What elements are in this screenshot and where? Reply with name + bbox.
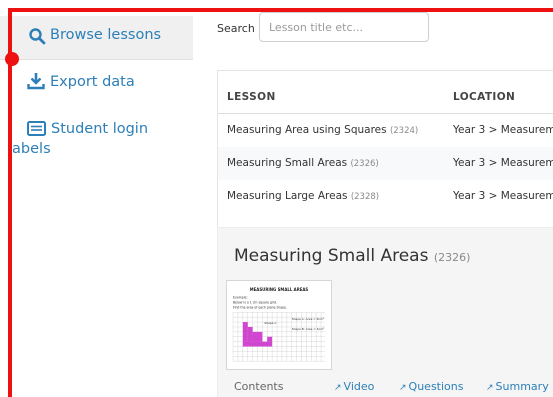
- column-header-lesson[interactable]: LESSON: [227, 91, 276, 103]
- lesson-id: (2328): [350, 192, 380, 202]
- table-row[interactable]: Measuring Area using Squares (2324) Year…: [218, 114, 553, 147]
- download-icon: [27, 73, 45, 90]
- lesson-detail-title-text: Measuring Small Areas: [234, 246, 429, 266]
- summary-link-label: Summary: [495, 380, 549, 393]
- lesson-detail-title: Measuring Small Areas (2326): [234, 246, 470, 266]
- contents-label: Contents: [234, 380, 284, 393]
- sidebar-item-label: Student login: [51, 121, 149, 137]
- sidebar-item-label: Browse lessons: [50, 27, 162, 43]
- search-label: Search: [217, 22, 255, 35]
- video-link[interactable]: ↗ Video: [334, 380, 374, 393]
- sidebar-item-label-line2: labels: [8, 141, 51, 157]
- external-link-icon: ↗: [334, 383, 342, 393]
- lessons-table: LESSON LOCATION Measuring Area using Squ…: [217, 70, 553, 240]
- thumbnail-label-shape-b: Shape B: Area = 6cm²: [292, 327, 325, 331]
- sidebar-item-label: Export data: [50, 74, 135, 90]
- lesson-id: (2324): [389, 126, 419, 136]
- lesson-cell: Measuring Large Areas (2328): [227, 190, 379, 202]
- video-link-label: Video: [343, 380, 375, 393]
- main-panel: Search LESSON LOCATION Measuring Area us…: [193, 0, 553, 397]
- thumbnail-text-2: Below is a 1 cm square grid.: [233, 300, 277, 304]
- location-cell: Year 3 > Measurem: [453, 124, 553, 136]
- search-input[interactable]: [259, 12, 429, 42]
- lesson-cell: Measuring Area using Squares (2324): [227, 124, 418, 136]
- sidebar: Browse lessons Export data Student login…: [0, 0, 193, 397]
- summary-link[interactable]: ↗ Summary: [486, 380, 549, 393]
- sidebar-item-student-login-labels[interactable]: Student login labels: [0, 116, 193, 174]
- lesson-title: Measuring Small Areas: [227, 157, 348, 169]
- questions-link[interactable]: ↗ Questions: [399, 380, 463, 393]
- thumbnail-text-1: Example:: [233, 296, 248, 300]
- questions-link-label: Questions: [408, 380, 464, 393]
- sidebar-item-browse-lessons[interactable]: Browse lessons: [0, 16, 193, 59]
- sidebar-divider: [0, 59, 193, 60]
- thumbnail-heading: MEASURING SMALL AREAS: [250, 287, 309, 292]
- id-card-icon: [27, 121, 46, 136]
- table-row[interactable]: Measuring Large Areas (2328) Year 3 > Me…: [218, 180, 553, 213]
- lesson-cell: Measuring Small Areas (2326): [227, 157, 379, 169]
- sidebar-item-export-data[interactable]: Export data: [0, 66, 193, 108]
- lesson-title: Measuring Large Areas: [227, 190, 348, 202]
- thumbnail-label-shape-c: Shape C: [264, 321, 276, 325]
- lesson-id: (2326): [350, 159, 379, 169]
- external-link-icon: ↗: [486, 383, 494, 393]
- lesson-detail-id: (2326): [433, 251, 471, 264]
- lesson-detail-panel: Measuring Small Areas (2326) MEASURING S…: [217, 227, 553, 397]
- search-icon: [29, 28, 46, 45]
- column-header-location[interactable]: LOCATION: [453, 91, 515, 103]
- location-cell: Year 3 > Measurem: [453, 157, 553, 169]
- thumbnail-label-shape-a: Shape A: Area = 8cm²: [292, 317, 324, 321]
- lesson-title: Measuring Area using Squares: [227, 124, 387, 136]
- external-link-icon: ↗: [399, 383, 407, 393]
- location-cell: Year 3 > Measurem: [453, 190, 553, 202]
- thumbnail-text-3: Find the area of each plane shape.: [233, 305, 287, 309]
- lesson-thumbnail[interactable]: MEASURING SMALL AREAS Example: Below is …: [226, 280, 332, 370]
- table-row[interactable]: Measuring Small Areas (2326) Year 3 > Me…: [218, 147, 553, 180]
